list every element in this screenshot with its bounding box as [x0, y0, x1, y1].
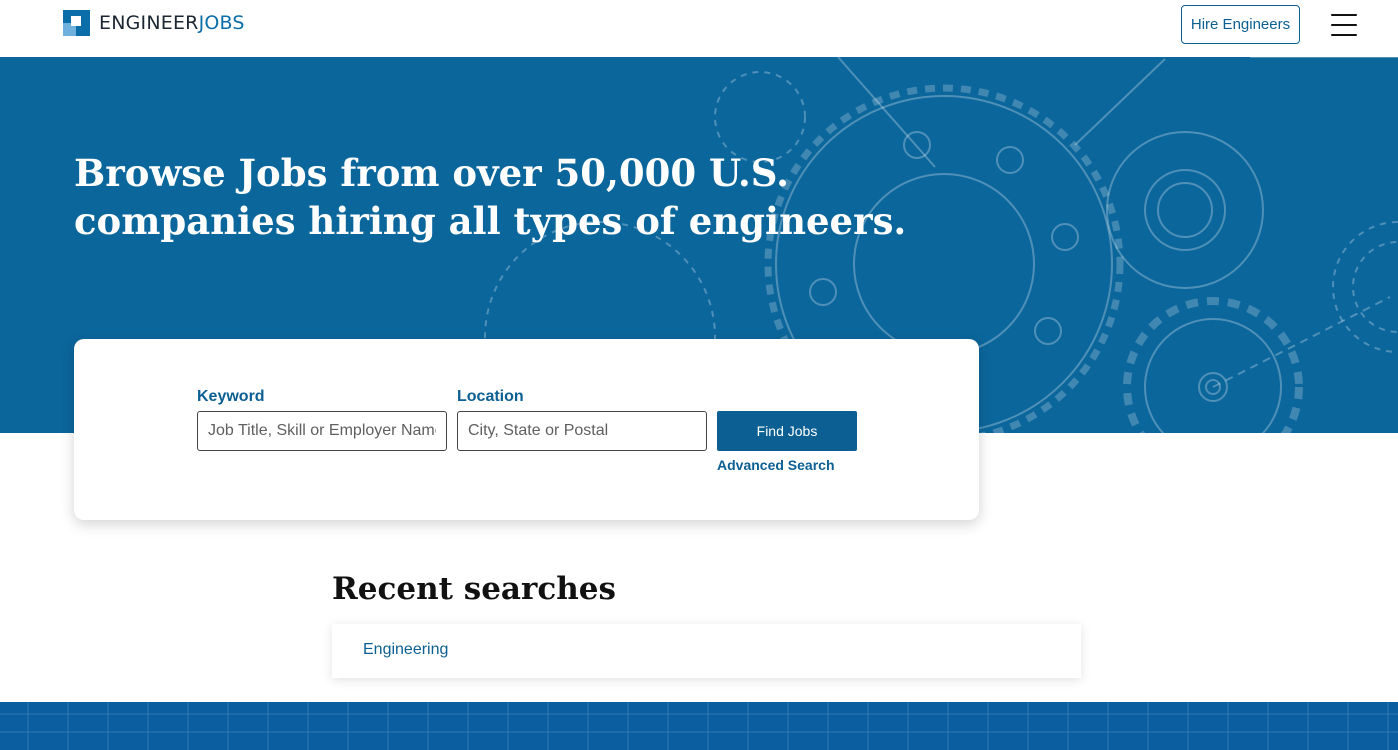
logo-mark-icon — [63, 10, 90, 36]
location-input[interactable] — [457, 411, 707, 451]
recent-searches-heading: Recent searches — [332, 571, 616, 607]
location-label: Location — [457, 388, 524, 405]
site-logo[interactable]: ENGINEERJOBS — [63, 10, 245, 36]
hamburger-menu-icon[interactable] — [1331, 14, 1357, 36]
recent-searches-list: Engineering — [332, 624, 1081, 678]
hero-title: Browse Jobs from over 50,000 U.S. compan… — [74, 149, 974, 245]
footer-band — [0, 702, 1398, 750]
logo-text: ENGINEERJOBS — [99, 10, 245, 36]
keyword-input[interactable] — [197, 411, 447, 451]
footer-grid-pattern — [0, 702, 1398, 750]
recent-search-item[interactable]: Engineering — [363, 641, 448, 659]
hero-title-line-1: Browse Jobs from over 50,000 U.S. — [74, 151, 790, 195]
hire-engineers-button[interactable]: Hire Engineers — [1181, 5, 1300, 44]
logo-text-suffix: JOBS — [198, 12, 245, 34]
find-jobs-button[interactable]: Find Jobs — [717, 411, 857, 451]
logo-text-prefix: ENGINEER — [99, 12, 199, 34]
job-search-card: Keyword Location Find Jobs Advanced Sear… — [74, 339, 979, 520]
hero-title-line-2: companies hiring all types of engineers. — [74, 199, 907, 243]
keyword-label: Keyword — [197, 388, 265, 405]
advanced-search-link[interactable]: Advanced Search — [717, 457, 835, 473]
site-header: ENGINEERJOBS Hire Engineers — [0, 0, 1398, 57]
